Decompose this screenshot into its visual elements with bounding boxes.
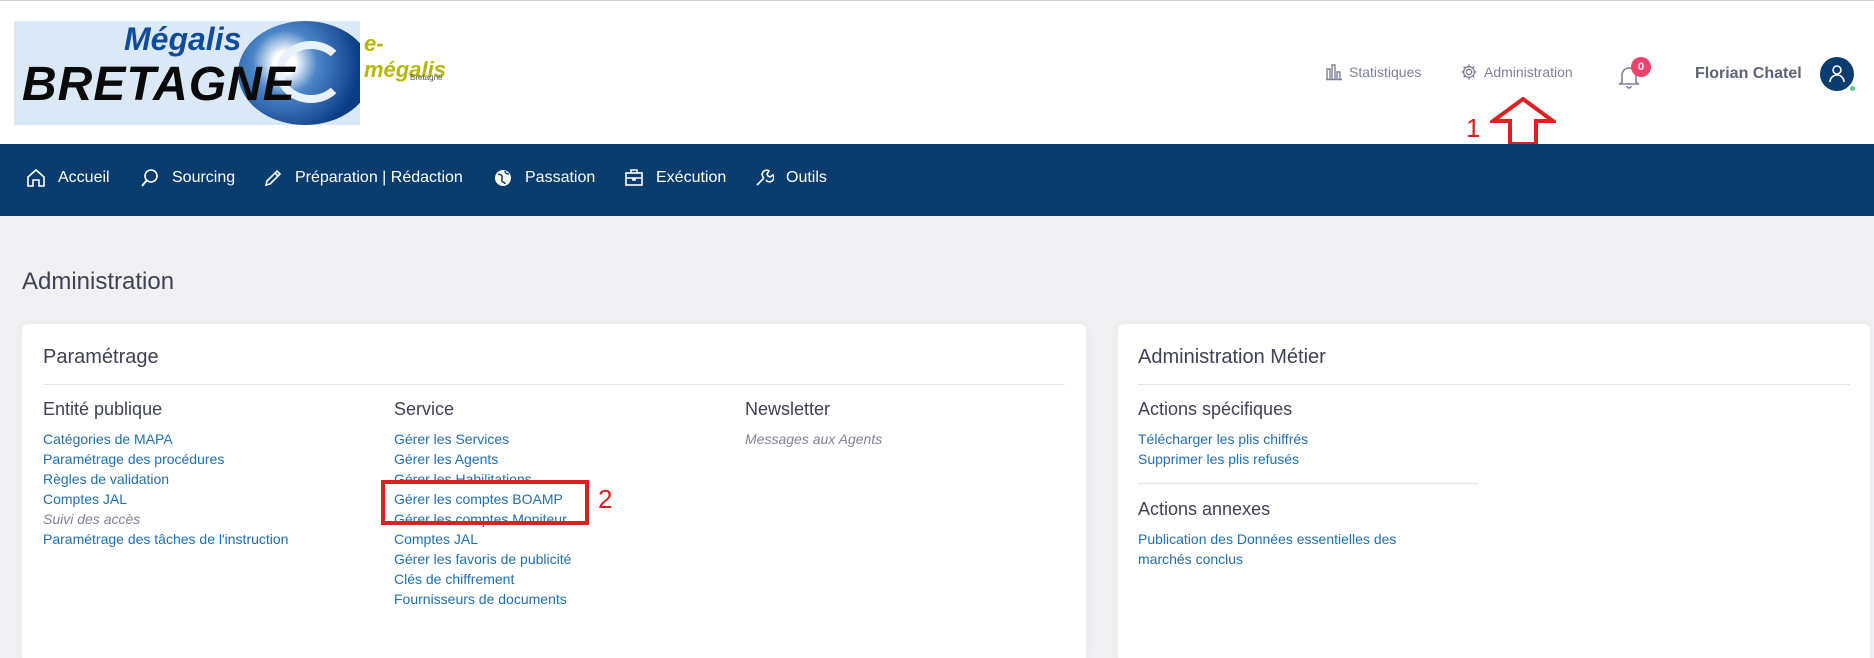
statistiques-label: Statistiques	[1349, 64, 1422, 80]
logo-title-bretagne: BRETAGNE	[22, 58, 296, 111]
administration-metier-title: Administration Métier	[1138, 346, 1326, 368]
nav-preparation-label: Préparation | Rédaction	[295, 169, 463, 186]
annotation-highlight-box	[381, 480, 589, 525]
nav-accueil-label: Accueil	[58, 169, 110, 186]
link-cles-chiffrement[interactable]: Clés de chiffrement	[394, 569, 571, 589]
parametrage-divider	[43, 384, 1065, 385]
link-supprimer-plis-refuses[interactable]: Supprimer les plis refusés	[1138, 449, 1308, 469]
annotation-step-2: 2	[598, 484, 613, 514]
nav-sourcing-label: Sourcing	[172, 169, 236, 186]
administration-metier-divider	[1138, 384, 1850, 385]
megalis-logo[interactable]: Mégalis BRETAGNE	[14, 21, 360, 125]
administration-label: Administration	[1484, 64, 1573, 80]
link-comptes-jal[interactable]: Comptes JAL	[43, 489, 288, 509]
link-favoris-publicite[interactable]: Gérer les favoris de publicité	[394, 549, 571, 569]
actions-divider	[1138, 483, 1478, 484]
suivi-acces-disabled: Suivi des accès	[43, 511, 141, 527]
wrench-icon	[756, 169, 774, 186]
logo-title-megalis: Mégalis	[124, 21, 242, 57]
search-icon	[141, 169, 158, 187]
page-title: Administration	[22, 268, 175, 295]
messages-agents-disabled: Messages aux Agents	[745, 431, 883, 447]
nav-passation[interactable]: Passation	[493, 168, 595, 188]
link-gerer-agents[interactable]: Gérer les Agents	[394, 449, 571, 469]
annotation-step-1: 1	[1466, 113, 1481, 143]
e-megalis-logo: e-mégalis Bretagne	[364, 31, 446, 89]
link-parametrage-taches[interactable]: Paramétrage des tâches de l'instruction	[43, 529, 288, 549]
link-categories-mapa[interactable]: Catégories de MAPA	[43, 429, 288, 449]
publication-line-2: marchés conclus	[1138, 551, 1244, 567]
newsletter-title: Newsletter	[745, 399, 831, 419]
actions-specifiques-section: Actions spécifiques Télécharger les plis…	[1138, 399, 1308, 469]
link-publication-donnees-essentielles[interactable]: Publication des Données essentielles des…	[1138, 529, 1396, 569]
pencil-icon	[264, 169, 282, 187]
actions-annexes-section: Actions annexes Publication des Données …	[1138, 499, 1396, 569]
briefcase-icon	[625, 169, 643, 186]
entite-publique-title: Entité publique	[43, 399, 163, 419]
actions-specifiques-title: Actions spécifiques	[1138, 399, 1293, 419]
notifications-button[interactable]: 0	[1618, 57, 1651, 89]
main-navigation: Accueil Sourcing Préparation | Rédaction…	[0, 144, 1874, 216]
link-gerer-services[interactable]: Gérer les Services	[394, 429, 571, 449]
publication-line-1: Publication des Données essentielles des	[1138, 531, 1397, 547]
parametrage-title: Paramétrage	[43, 346, 159, 368]
header: Mégalis BRETAGNE e-mégalis Bretagne Stat…	[0, 0, 1874, 146]
online-status-dot	[1848, 84, 1857, 93]
entite-publique-section: Entité publique Catégories de MAPA Param…	[43, 399, 288, 549]
administration-metier-card: Administration Métier Actions spécifique…	[1118, 324, 1870, 658]
nav-accueil[interactable]: Accueil	[26, 168, 110, 188]
nav-preparation-redaction[interactable]: Préparation | Rédaction	[263, 168, 463, 188]
notification-count-badge: 0	[1631, 57, 1651, 77]
link-service-comptes-jal[interactable]: Comptes JAL	[394, 529, 571, 549]
nav-passation-label: Passation	[525, 169, 596, 186]
e-megalis-logo-subtext: Bretagne	[410, 73, 443, 82]
service-title: Service	[394, 399, 455, 419]
user-name[interactable]: Florian Chatel	[1695, 65, 1802, 83]
link-parametrage-procedures[interactable]: Paramétrage des procédures	[43, 449, 288, 469]
home-icon	[27, 168, 45, 187]
newsletter-section: Newsletter Messages aux Agents	[745, 399, 882, 449]
nav-outils[interactable]: Outils	[754, 168, 827, 188]
gear-icon	[1461, 64, 1477, 80]
globe-icon	[495, 170, 511, 186]
administration-link[interactable]: Administration	[1460, 63, 1573, 81]
avatar[interactable]	[1820, 57, 1857, 93]
nav-sourcing[interactable]: Sourcing	[140, 168, 235, 188]
statistiques-link[interactable]: Statistiques	[1325, 63, 1421, 81]
actions-annexes-title: Actions annexes	[1138, 499, 1271, 519]
link-telecharger-plis-chiffres[interactable]: Télécharger les plis chiffrés	[1138, 429, 1308, 449]
link-regles-validation[interactable]: Règles de validation	[43, 469, 288, 489]
nav-execution[interactable]: Exécution	[624, 168, 726, 188]
annotation-arrow-up-icon	[1490, 97, 1556, 146]
nav-outils-label: Outils	[786, 169, 827, 186]
link-fournisseurs-documents[interactable]: Fournisseurs de documents	[394, 589, 571, 609]
bar-chart-icon	[1326, 64, 1342, 81]
nav-execution-label: Exécution	[656, 169, 727, 186]
